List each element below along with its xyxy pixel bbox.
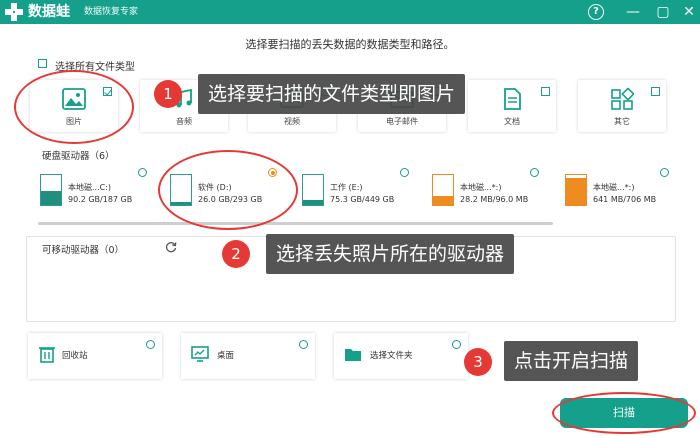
drive-radio[interactable] (138, 168, 147, 177)
location-label: 选择文件夹 (370, 351, 413, 361)
annotation-ellipse-1 (14, 70, 134, 144)
file-type-label: 视频 (284, 117, 300, 126)
drive-icon (40, 174, 62, 206)
app-subtitle: 数据恢复专家 (84, 7, 139, 17)
drive-size: 641 MB/706 MB (593, 195, 657, 204)
minimize-button[interactable]: — (624, 3, 642, 21)
help-icon[interactable]: ? (588, 4, 604, 20)
recycle-bin-icon (39, 347, 55, 363)
drive-size: 90.2 GB/187 GB (68, 195, 133, 204)
location-radio[interactable] (452, 340, 461, 349)
file-type-card-document[interactable]: 文档 (468, 80, 556, 132)
page-headline: 选择要扫描的丢失数据的数据类型和路径。 (245, 38, 455, 51)
annotation-ellipse-3 (552, 392, 696, 434)
annotation-number: 3 (464, 348, 492, 376)
app-name: 数据蛙 (28, 4, 70, 20)
location-card-recycle-bin[interactable]: 回收站 (28, 333, 162, 379)
file-type-label: 电子邮件 (386, 117, 418, 126)
drive-name: 工作 (E:) (330, 183, 363, 192)
removable-drives-label: 可移动驱动器（0） (42, 245, 125, 256)
other-icon (611, 88, 634, 110)
drive-usage-fill (566, 177, 586, 205)
annotation-callout: 选择丢失照片所在的驱动器 (266, 234, 515, 274)
location-card-desktop[interactable]: 桌面 (181, 333, 315, 379)
drive-icon (302, 174, 324, 206)
drive-item[interactable]: 本地磁...*:) 641 MB/706 MB (565, 170, 685, 212)
drive-radio[interactable] (660, 168, 669, 177)
file-type-checkbox[interactable] (651, 87, 660, 96)
drive-icon (565, 174, 587, 206)
annotation-callout: 点击开启扫描 (504, 341, 639, 381)
location-radio[interactable] (299, 340, 308, 349)
drive-name: 本地磁...C:) (68, 183, 112, 192)
title-bar: 数据蛙 数据恢复专家 ? — ▢ ✕ (0, 0, 700, 24)
annotation-number: 2 (222, 240, 250, 268)
file-type-label: 文档 (504, 117, 520, 126)
file-type-label: 其它 (614, 117, 630, 126)
drive-usage-fill (41, 190, 61, 205)
drive-radio[interactable] (530, 168, 539, 177)
file-type-card-other[interactable]: 其它 (578, 80, 666, 132)
file-type-label: 音频 (176, 117, 192, 126)
hard-drives-label: 硬盘驱动器（6） (42, 151, 115, 162)
annotation-ellipse-2 (158, 150, 298, 230)
select-all-checkbox[interactable] (38, 59, 47, 68)
maximize-button[interactable]: ▢ (654, 3, 672, 21)
location-card-select-folder[interactable]: 选择文件夹 (334, 333, 468, 379)
drive-usage-fill (303, 199, 323, 205)
annotation-number: 1 (154, 80, 182, 108)
drive-name: 本地磁...*:) (460, 183, 502, 192)
refresh-icon[interactable] (165, 241, 177, 253)
drive-size: 28.2 MB/96.0 MB (460, 195, 529, 204)
annotation-callout: 选择要扫描的文件类型即图片 (198, 74, 466, 114)
location-label: 桌面 (217, 351, 235, 361)
location-radio[interactable] (146, 340, 155, 349)
drive-icon (432, 174, 454, 206)
document-icon (504, 88, 521, 110)
drive-usage-fill (433, 196, 453, 205)
drives-scrollbar[interactable] (38, 222, 553, 225)
drive-name: 本地磁...*:) (593, 183, 635, 192)
file-type-checkbox[interactable] (541, 87, 550, 96)
folder-icon (345, 349, 361, 361)
app-logo-icon (5, 3, 23, 21)
drive-radio[interactable] (400, 168, 409, 177)
close-button[interactable]: ✕ (680, 3, 698, 21)
desktop-icon (191, 346, 209, 362)
location-label: 回收站 (62, 351, 88, 361)
drive-size: 75.3 GB/449 GB (330, 195, 395, 204)
